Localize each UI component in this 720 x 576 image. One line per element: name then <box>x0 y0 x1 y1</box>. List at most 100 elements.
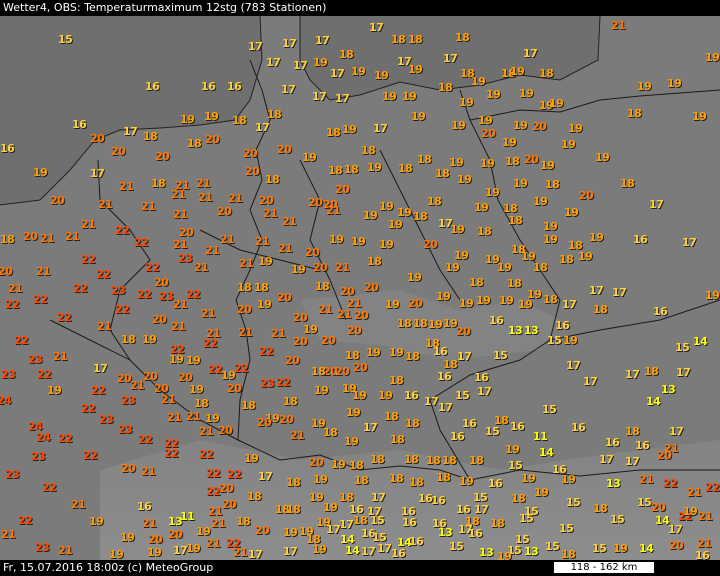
station-value: 18 <box>286 476 301 489</box>
station-value: 19 <box>309 491 324 504</box>
station-value: 20 <box>651 501 666 514</box>
station-value: 21 <box>141 200 156 213</box>
station-value: 18 <box>194 397 209 410</box>
station-value: 18 <box>311 365 326 378</box>
station-value: 21 <box>220 233 235 246</box>
station-value: 20 <box>50 194 65 207</box>
station-value: 19 <box>351 65 366 78</box>
station-value: 19 <box>486 88 501 101</box>
station-value: 17 <box>424 395 439 408</box>
station-value: 13 <box>524 324 539 337</box>
station-value: 20 <box>308 196 323 209</box>
station-value: 16 <box>72 118 87 131</box>
station-value: 14 <box>539 446 554 459</box>
station-value: 19 <box>407 271 422 284</box>
station-value: 18 <box>435 167 450 180</box>
station-value: 19 <box>563 334 578 347</box>
station-value: 19 <box>186 354 201 367</box>
station-value: 21 <box>337 308 352 321</box>
station-value: 19 <box>329 233 344 246</box>
station-value: 20 <box>285 354 300 367</box>
station-value: 19 <box>312 543 327 556</box>
station-value: 14 <box>646 395 661 408</box>
station-value: 21 <box>206 537 221 550</box>
station-value: 24 <box>0 394 12 407</box>
station-value: 22 <box>37 368 52 381</box>
station-value: 20 <box>168 528 183 541</box>
station-value: 19 <box>613 542 628 555</box>
station-value: 23 <box>1 368 16 381</box>
station-value: 16 <box>0 142 15 155</box>
station-value: 20 <box>277 143 292 156</box>
station-value: 17 <box>123 125 138 138</box>
station-value: 19 <box>204 110 219 123</box>
station-value: 18 <box>405 417 420 430</box>
station-value: 22 <box>96 268 111 281</box>
station-value: 18 <box>533 261 548 274</box>
station-value: 20 <box>217 205 232 218</box>
station-value: 17 <box>438 401 453 414</box>
station-value: 17 <box>583 375 598 388</box>
station-value: 15 <box>559 522 574 535</box>
station-value: 19 <box>705 289 720 302</box>
station-value: 19 <box>436 290 451 303</box>
station-value: 21 <box>171 188 186 201</box>
station-value: 21 <box>233 546 248 559</box>
station-value: 21 <box>173 298 188 311</box>
station-value: 13 <box>508 324 523 337</box>
station-value: 21 <box>97 320 112 333</box>
station-value: 20 <box>222 498 237 511</box>
station-value: 17 <box>335 92 350 105</box>
station-value: 21 <box>1 528 16 541</box>
station-value: 20 <box>154 276 169 289</box>
station-value: 17 <box>248 40 263 53</box>
station-value: 20 <box>237 303 252 316</box>
station-value: 16 <box>468 527 483 540</box>
station-value: 19 <box>169 353 184 366</box>
station-value: 22 <box>81 402 96 415</box>
station-value: 18 <box>397 317 412 330</box>
station-value: 20 <box>309 456 324 469</box>
station-value: 19 <box>331 458 346 471</box>
station-value: 19 <box>120 531 135 544</box>
station-value: 16 <box>391 547 406 560</box>
station-value: 21 <box>263 207 278 220</box>
station-value: 14 <box>693 335 708 348</box>
station-value: 19 <box>459 475 474 488</box>
station-value: 22 <box>83 449 98 462</box>
station-value: 18 <box>477 225 492 238</box>
station-value: 18 <box>328 164 343 177</box>
station-value: 21 <box>40 232 55 245</box>
station-value: 18 <box>390 433 405 446</box>
station-value: 11 <box>533 430 548 443</box>
station-value: 19 <box>561 473 576 486</box>
station-value: 19 <box>367 161 382 174</box>
station-value: 22 <box>81 253 96 266</box>
station-value: 18 <box>247 490 262 503</box>
station-value: 19 <box>459 96 474 109</box>
station-value: 22 <box>91 384 106 397</box>
station-value: 17 <box>373 122 388 135</box>
station-value: 17 <box>281 83 296 96</box>
station-value: 20 <box>305 246 320 259</box>
station-value: 19 <box>471 75 486 88</box>
station-value: 21 <box>238 326 253 339</box>
station-value: 18 <box>627 107 642 120</box>
station-value: 16 <box>201 80 216 93</box>
station-value: 17 <box>339 518 354 531</box>
station-value: 17 <box>90 167 105 180</box>
station-value: 22 <box>138 433 153 446</box>
station-value: 21 <box>81 218 96 231</box>
station-value: 19 <box>543 220 558 233</box>
station-value: 17 <box>523 47 538 60</box>
station-value: 17 <box>477 385 492 398</box>
station-value: 18 <box>505 155 520 168</box>
station-value: 21 <box>205 244 220 257</box>
station-value: 18 <box>283 395 298 408</box>
station-value: 23 <box>99 413 114 426</box>
station-value: 21 <box>161 393 176 406</box>
station-value: 13 <box>606 477 621 490</box>
station-value: 20 <box>121 462 136 475</box>
station-value: 18 <box>241 399 256 412</box>
station-value: 22 <box>259 345 274 358</box>
